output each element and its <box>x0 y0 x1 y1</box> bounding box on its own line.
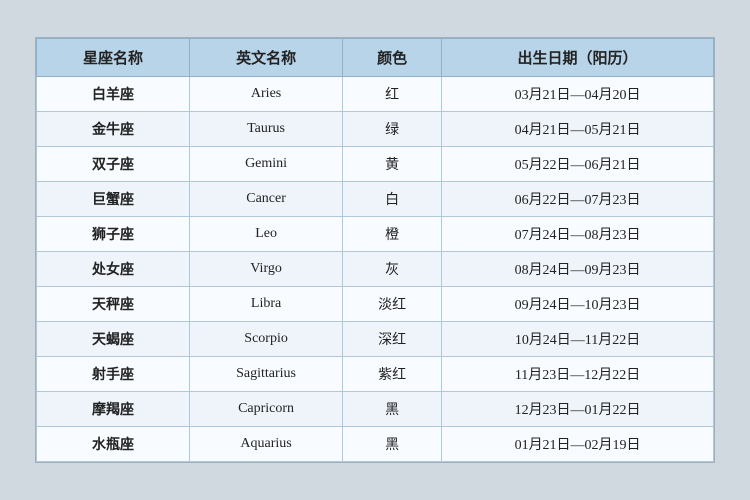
cell-english-name: Aquarius <box>190 427 343 462</box>
table-row: 射手座Sagittarius紫红11月23日—12月22日 <box>37 357 714 392</box>
cell-english-name: Libra <box>190 287 343 322</box>
table-row: 天蝎座Scorpio深红10月24日—11月22日 <box>37 322 714 357</box>
cell-color: 红 <box>343 77 442 112</box>
cell-dates: 03月21日—04月20日 <box>442 77 714 112</box>
cell-dates: 04月21日—05月21日 <box>442 112 714 147</box>
table-row: 白羊座Aries红03月21日—04月20日 <box>37 77 714 112</box>
cell-chinese-name: 射手座 <box>37 357 190 392</box>
zodiac-table: 星座名称 英文名称 颜色 出生日期（阳历） 白羊座Aries红03月21日—04… <box>36 38 714 462</box>
table-row: 金牛座Taurus绿04月21日—05月21日 <box>37 112 714 147</box>
cell-dates: 11月23日—12月22日 <box>442 357 714 392</box>
table-row: 狮子座Leo橙07月24日—08月23日 <box>37 217 714 252</box>
cell-color: 黄 <box>343 147 442 182</box>
cell-chinese-name: 天秤座 <box>37 287 190 322</box>
cell-english-name: Cancer <box>190 182 343 217</box>
cell-chinese-name: 白羊座 <box>37 77 190 112</box>
cell-color: 绿 <box>343 112 442 147</box>
cell-chinese-name: 天蝎座 <box>37 322 190 357</box>
table-row: 天秤座Libra淡红09月24日—10月23日 <box>37 287 714 322</box>
cell-color: 灰 <box>343 252 442 287</box>
table-row: 双子座Gemini黄05月22日—06月21日 <box>37 147 714 182</box>
table-row: 巨蟹座Cancer白06月22日—07月23日 <box>37 182 714 217</box>
cell-english-name: Virgo <box>190 252 343 287</box>
cell-english-name: Taurus <box>190 112 343 147</box>
cell-dates: 07月24日—08月23日 <box>442 217 714 252</box>
header-english-name: 英文名称 <box>190 39 343 77</box>
cell-english-name: Leo <box>190 217 343 252</box>
cell-chinese-name: 处女座 <box>37 252 190 287</box>
cell-dates: 10月24日—11月22日 <box>442 322 714 357</box>
cell-english-name: Aries <box>190 77 343 112</box>
cell-english-name: Scorpio <box>190 322 343 357</box>
table-row: 处女座Virgo灰08月24日—09月23日 <box>37 252 714 287</box>
cell-color: 淡红 <box>343 287 442 322</box>
cell-color: 黑 <box>343 427 442 462</box>
cell-dates: 01月21日—02月19日 <box>442 427 714 462</box>
header-color: 颜色 <box>343 39 442 77</box>
table-body: 白羊座Aries红03月21日—04月20日金牛座Taurus绿04月21日—0… <box>37 77 714 462</box>
cell-chinese-name: 巨蟹座 <box>37 182 190 217</box>
header-dates: 出生日期（阳历） <box>442 39 714 77</box>
cell-color: 橙 <box>343 217 442 252</box>
cell-chinese-name: 金牛座 <box>37 112 190 147</box>
cell-dates: 06月22日—07月23日 <box>442 182 714 217</box>
cell-english-name: Capricorn <box>190 392 343 427</box>
table-row: 摩羯座Capricorn黑12月23日—01月22日 <box>37 392 714 427</box>
header-chinese-name: 星座名称 <box>37 39 190 77</box>
cell-chinese-name: 水瓶座 <box>37 427 190 462</box>
table-row: 水瓶座Aquarius黑01月21日—02月19日 <box>37 427 714 462</box>
table-header-row: 星座名称 英文名称 颜色 出生日期（阳历） <box>37 39 714 77</box>
cell-chinese-name: 摩羯座 <box>37 392 190 427</box>
cell-color: 白 <box>343 182 442 217</box>
cell-dates: 12月23日—01月22日 <box>442 392 714 427</box>
cell-dates: 09月24日—10月23日 <box>442 287 714 322</box>
cell-english-name: Sagittarius <box>190 357 343 392</box>
cell-dates: 05月22日—06月21日 <box>442 147 714 182</box>
cell-dates: 08月24日—09月23日 <box>442 252 714 287</box>
cell-chinese-name: 狮子座 <box>37 217 190 252</box>
cell-color: 深红 <box>343 322 442 357</box>
cell-color: 黑 <box>343 392 442 427</box>
cell-english-name: Gemini <box>190 147 343 182</box>
cell-color: 紫红 <box>343 357 442 392</box>
cell-chinese-name: 双子座 <box>37 147 190 182</box>
zodiac-table-container: 星座名称 英文名称 颜色 出生日期（阳历） 白羊座Aries红03月21日—04… <box>35 37 715 463</box>
